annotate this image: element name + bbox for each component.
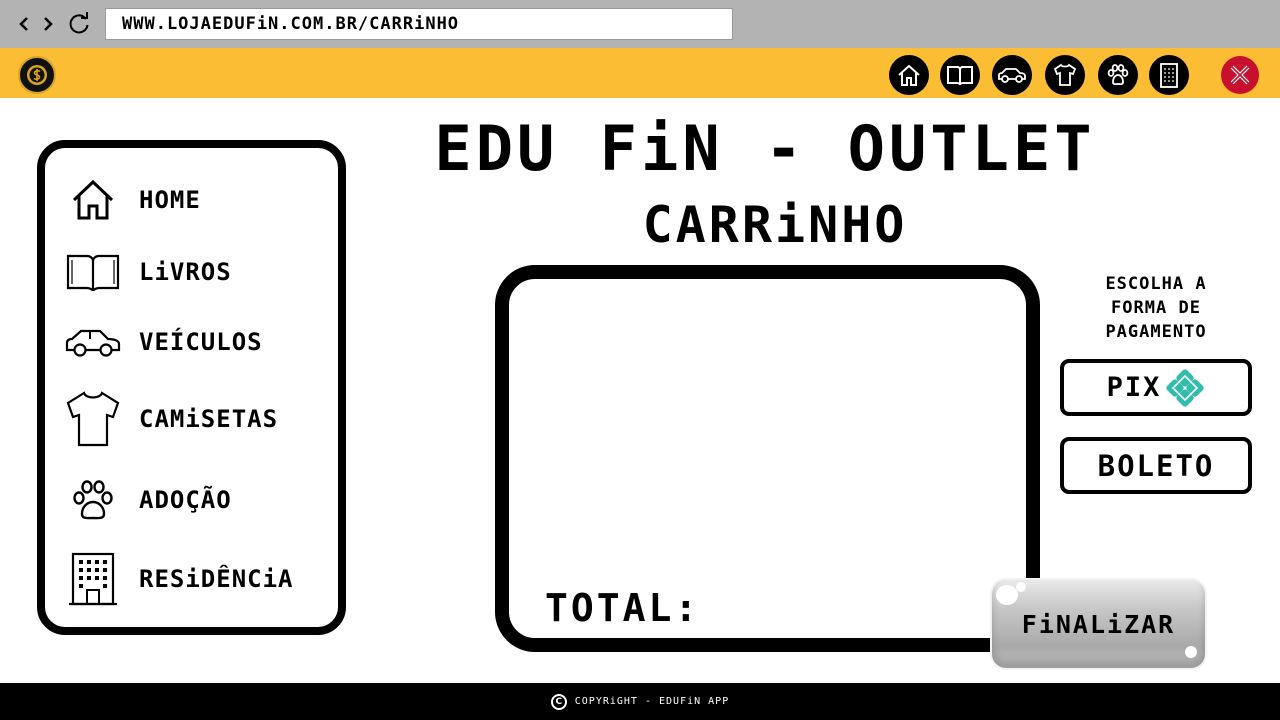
url-bar[interactable]: WWW.LOJAEDUFiN.COM.BR/CARRiNHO [105,8,733,40]
sidebar-item-livros[interactable]: LiVROS [61,244,232,300]
payment-heading-line: PAGAMENTO [1105,322,1207,342]
sidebar: HOME LiVROS VEÍCULOS CAMiSETAS ADOÇÃO RE… [37,140,346,635]
browser-bar: WWW.LOJAEDUFiN.COM.BR/CARRiNHO [0,0,1280,48]
sidebar-item-label: HOME [139,186,201,214]
sidebar-item-label: CAMiSETAS [139,405,279,433]
nav-home-icon[interactable] [889,55,929,95]
sidebar-item-home[interactable]: HOME [61,172,201,228]
top-nav [0,48,1280,98]
button-gloss [1185,646,1197,658]
pix-icon [1165,368,1205,408]
sidebar-item-adocao[interactable]: ADOÇÃO [61,472,232,528]
forward-icon[interactable] [40,10,56,38]
building-icon [61,548,125,610]
back-icon[interactable] [16,10,32,38]
payment-heading: ESCOLHA A FORMA DE PAGAMENTO [1076,272,1236,344]
sidebar-item-label: VEÍCULOS [139,328,263,356]
footer: C COPYRiGHT - EDUFiN APP [0,683,1280,720]
nav-shirt-icon[interactable] [1045,55,1085,95]
nav-car-icon[interactable] [992,55,1032,95]
pix-label: PIX [1106,372,1162,403]
sidebar-item-label: LiVROS [139,258,232,286]
footer-copyright: COPYRiGHT - EDUFiN APP [574,696,730,707]
boleto-button[interactable]: BOLETO [1060,437,1252,494]
nav-building-icon[interactable] [1149,55,1189,95]
pix-button[interactable]: PIX [1060,359,1252,416]
payment-heading-line: ESCOLHA A [1105,274,1207,294]
nav-paw-icon[interactable] [1098,55,1138,95]
sidebar-item-label: RESiDÊNCiA [139,565,294,593]
shirt-icon [61,386,125,452]
payment-heading-line: FORMA DE [1111,298,1201,318]
edufin-coin-logo[interactable] [18,56,56,94]
book-icon [61,244,125,300]
page-subtitle: CARRiNHO [642,196,908,254]
reload-icon[interactable] [66,10,92,38]
button-gloss [1016,582,1026,592]
sidebar-item-camisetas[interactable]: CAMiSETAS [61,386,278,452]
close-icon[interactable] [1221,56,1259,94]
sidebar-item-label: ADOÇÃO [139,486,232,514]
nav-book-icon[interactable] [940,55,980,95]
paw-icon [61,472,125,528]
copyright-icon: C [550,693,567,710]
total-label: TOTAL: [545,586,701,630]
sidebar-item-residencia[interactable]: RESiDÊNCiA [61,548,294,610]
home-icon [61,172,125,228]
button-gloss [996,585,1018,605]
sidebar-item-veiculos[interactable]: VEÍCULOS [61,314,263,370]
finalize-label: FiNALiZAR [1021,609,1176,639]
page-title: EDU FiN - OUTLET [434,112,1096,185]
finalize-button[interactable]: FiNALiZAR [990,578,1207,670]
url-text: WWW.LOJAEDUFiN.COM.BR/CARRiNHO [122,14,460,34]
car-icon [61,314,125,370]
